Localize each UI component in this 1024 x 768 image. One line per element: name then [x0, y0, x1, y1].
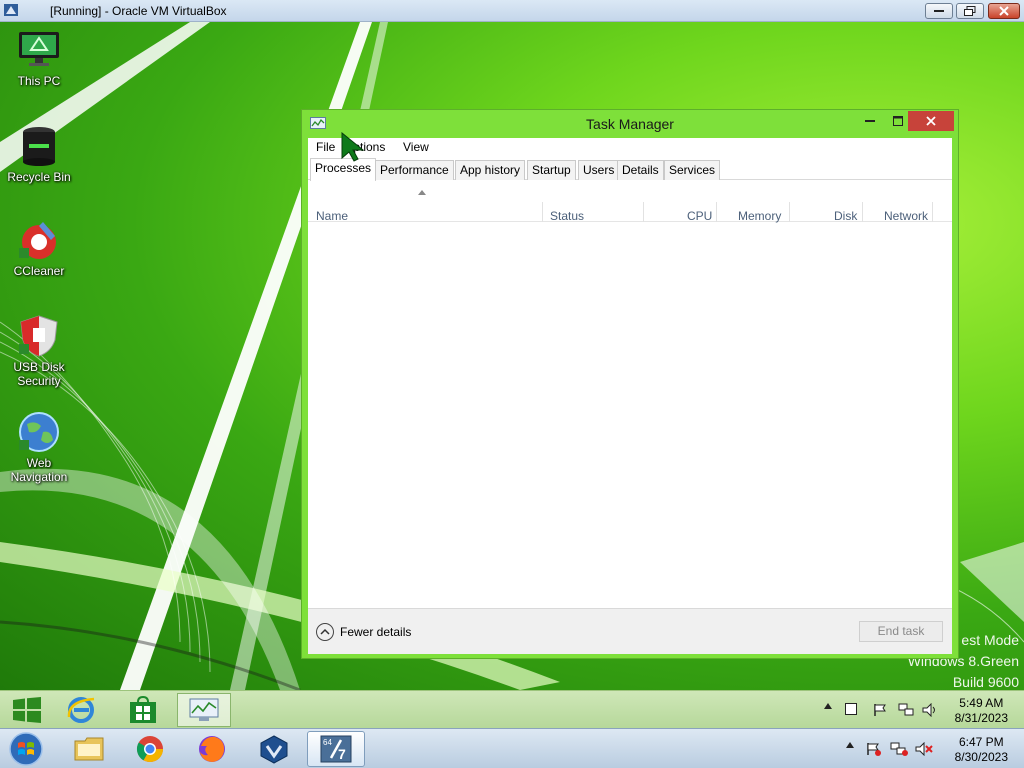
menu-file[interactable]: File	[316, 140, 335, 154]
taskbar-task-manager[interactable]	[177, 693, 231, 727]
firefox-icon	[199, 736, 225, 762]
virtualbox-title-bar: [Running] - Oracle VM VirtualBox	[0, 0, 1024, 22]
windows-start-orb-icon	[9, 732, 43, 766]
tab-app-history[interactable]: App history	[455, 160, 526, 180]
tab-strip: Processes Performance App history Startu…	[308, 158, 952, 181]
desktop-icon-label: Recycle Bin	[7, 170, 71, 184]
host-speaker-muted-icon[interactable]	[915, 742, 933, 756]
svg-text:7: 7	[338, 746, 346, 762]
action-center-icon[interactable]	[845, 703, 857, 715]
process-list[interactable]	[308, 223, 952, 608]
host-tray-chevron-up-icon[interactable]	[846, 742, 854, 748]
host-taskbar-explorer[interactable]	[60, 731, 118, 767]
task-manager-icon	[189, 698, 219, 721]
menu-view[interactable]: View	[403, 140, 429, 154]
virtualbox-icon	[260, 735, 288, 764]
minimize-button[interactable]	[856, 111, 884, 131]
taskbar-store[interactable]	[116, 693, 170, 727]
desktop-icon-label: CCleaner	[13, 264, 65, 278]
tab-startup[interactable]: Startup	[527, 160, 576, 180]
host-network-icon[interactable]	[890, 742, 908, 756]
column-cpu[interactable]: CPU	[687, 209, 712, 223]
desktop-icon-ccleaner[interactable]: CCleaner	[1, 218, 77, 278]
speaker-icon[interactable]	[922, 703, 938, 717]
column-header: Name Status CPU Memory Disk Network	[308, 182, 952, 223]
tab-services[interactable]: Services	[664, 160, 721, 180]
sort-up-icon	[418, 190, 426, 195]
host-date: 8/30/2023	[954, 750, 1008, 764]
taskbar-internet-explorer[interactable]	[54, 693, 108, 727]
guest-clock[interactable]: 5:49 AM 8/31/2023	[955, 696, 1008, 726]
column-memory[interactable]: Memory	[738, 209, 781, 223]
store-icon	[130, 696, 156, 723]
task-manager-footer: Fewer details End task	[308, 608, 952, 654]
column-status[interactable]: Status	[550, 209, 584, 223]
monitor-icon	[17, 28, 61, 72]
desktop-icon-web-navigation[interactable]: Web Navigation	[1, 410, 77, 484]
host-clock[interactable]: 6:47 PM 8/30/2023	[955, 735, 1008, 765]
task-manager-window: Task Manager File Options View Processes…	[301, 109, 959, 659]
column-divider[interactable]	[862, 202, 863, 222]
internet-explorer-icon	[67, 697, 95, 723]
guest-date: 8/31/2023	[954, 711, 1008, 725]
column-network[interactable]: Network	[884, 209, 928, 223]
flag-icon[interactable]	[873, 703, 887, 717]
recycle-bin-icon	[17, 124, 61, 168]
column-divider[interactable]	[932, 202, 933, 222]
guest-taskbar: 5:49 AM 8/31/2023	[0, 690, 1024, 728]
chrome-icon	[136, 736, 164, 763]
desktop-icon-label: USB Disk Security	[13, 360, 65, 388]
globe-icon	[17, 410, 61, 454]
vm-badge: 64	[323, 738, 332, 747]
host-taskbar-chrome[interactable]	[121, 731, 179, 767]
column-divider[interactable]	[542, 202, 543, 222]
menu-bar: File Options View	[308, 138, 952, 156]
host-taskbar-firefox[interactable]	[183, 731, 241, 767]
virtualbox-icon	[4, 4, 18, 16]
fewer-details-button[interactable]: Fewer details	[316, 623, 411, 643]
watermark-line-1: est Mode	[961, 632, 1019, 648]
host-taskbar: 64 7 6:47 PM 8/30/2023	[0, 728, 1024, 768]
desktop-icon-usb-disk-security[interactable]: USB Disk Security	[1, 314, 77, 388]
task-manager-client: File Options View Processes Performance …	[308, 138, 952, 654]
host-minimize-button[interactable]	[925, 3, 953, 19]
ccleaner-icon	[17, 218, 61, 262]
column-divider[interactable]	[643, 202, 644, 222]
start-button[interactable]	[0, 693, 54, 727]
network-icon[interactable]	[898, 703, 914, 717]
column-divider[interactable]	[789, 202, 790, 222]
host-restore-button[interactable]	[956, 3, 984, 19]
host-time: 6:47 PM	[958, 735, 1004, 749]
column-divider[interactable]	[716, 202, 717, 222]
host-taskbar-vm-window[interactable]: 64 7	[307, 731, 365, 767]
file-explorer-icon	[74, 737, 104, 761]
host-taskbar-virtualbox[interactable]	[245, 731, 303, 767]
column-name[interactable]: Name	[316, 209, 348, 223]
desktop-icon-label: This PC	[17, 74, 61, 88]
tray-chevron-up-icon[interactable]	[824, 703, 832, 709]
close-button[interactable]	[908, 111, 954, 131]
win7-64-vm-icon: 64 7	[320, 735, 352, 763]
host-close-button[interactable]	[988, 3, 1020, 19]
watermark-line-3: Build 9600	[952, 674, 1019, 690]
start-icon	[13, 697, 41, 723]
desktop-icon-this-pc[interactable]: This PC	[1, 28, 77, 88]
shield-icon	[17, 314, 61, 358]
column-disk[interactable]: Disk	[834, 209, 857, 223]
desktop-icon-recycle-bin[interactable]: Recycle Bin	[1, 124, 77, 184]
host-start-button[interactable]	[0, 731, 52, 767]
desktop-icon-label: Web Navigation	[10, 456, 68, 484]
tab-details[interactable]: Details	[617, 160, 664, 180]
host-flag-warning-icon[interactable]	[866, 742, 882, 756]
end-task-button[interactable]: End task	[859, 621, 943, 642]
guest-time: 5:49 AM	[959, 696, 1004, 710]
chevron-up-icon	[316, 623, 334, 641]
fewer-details-label: Fewer details	[340, 625, 412, 639]
tab-performance[interactable]: Performance	[375, 160, 454, 180]
mouse-cursor-icon	[341, 132, 365, 162]
host-window-title: [Running] - Oracle VM VirtualBox	[50, 4, 227, 18]
task-manager-title-bar[interactable]: Task Manager	[302, 110, 958, 138]
tab-users[interactable]: Users	[578, 160, 620, 180]
